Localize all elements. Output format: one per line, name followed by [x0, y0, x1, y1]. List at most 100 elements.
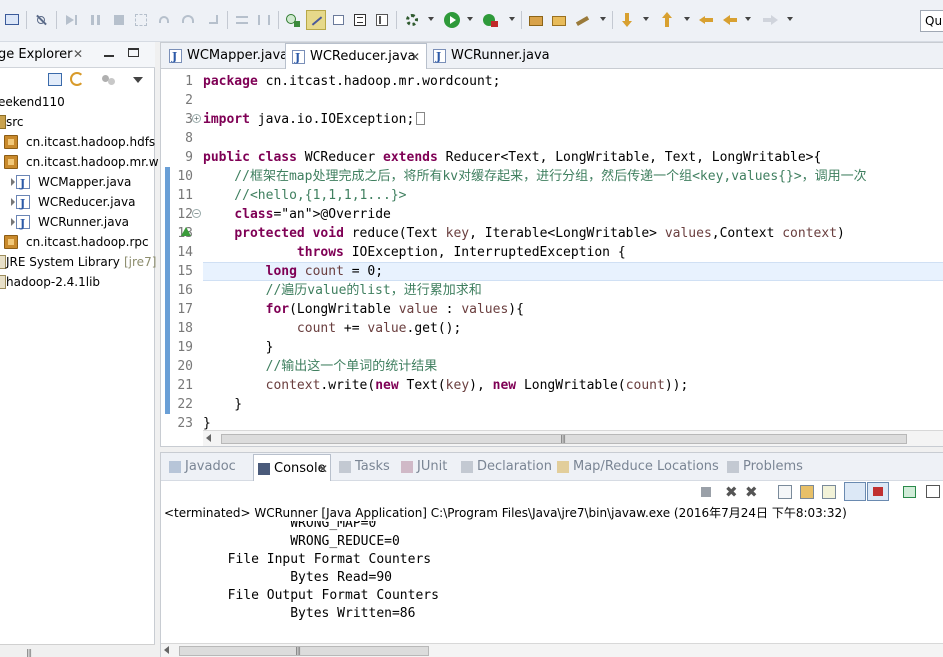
- code-line[interactable]: count += value.get();: [203, 319, 461, 338]
- maximize-icon[interactable]: [128, 48, 139, 57]
- code-line[interactable]: }: [203, 395, 242, 414]
- step-into-icon[interactable]: [156, 12, 172, 28]
- toggle-console-icon[interactable]: [4, 12, 20, 28]
- code-line[interactable]: long count = 0;: [203, 262, 383, 281]
- code-line[interactable]: import java.io.IOException;: [203, 110, 426, 129]
- tab-wcreducer[interactable]: WCReducer.java ✕: [285, 43, 427, 71]
- view-menu-icon[interactable]: [102, 73, 116, 86]
- show-on-stdout-icon[interactable]: [844, 482, 866, 501]
- tab-tasks[interactable]: Tasks: [335, 453, 393, 481]
- scroll-lock-icon[interactable]: [800, 485, 814, 499]
- tree-item[interactable]: WCReducer.java: [0, 192, 155, 214]
- new-java-project-icon[interactable]: [528, 12, 544, 28]
- remove-all-terminated-icon[interactable]: ✖: [745, 483, 758, 501]
- code-line[interactable]: //<hello,{1,1,1,1...}>: [203, 186, 406, 205]
- scroll-left-icon[interactable]: [206, 434, 211, 442]
- skip-breakpoints-icon[interactable]: [33, 12, 49, 28]
- tab-wcrunner[interactable]: WCRunner.java: [427, 43, 557, 70]
- drop-to-frame-icon[interactable]: [234, 12, 250, 28]
- code-line[interactable]: //输出这一个单词的统计结果: [203, 357, 438, 376]
- expand-arrow-icon[interactable]: [11, 218, 15, 226]
- pin-console-icon[interactable]: [903, 486, 916, 498]
- tab-junit[interactable]: JUnit: [397, 453, 455, 481]
- run-icon[interactable]: [444, 12, 460, 28]
- tree-item-label: src: [6, 115, 24, 129]
- close-icon[interactable]: ✕: [318, 455, 328, 483]
- clear-console-icon[interactable]: [778, 485, 792, 499]
- code-line[interactable]: for(LongWritable value : values){: [203, 300, 524, 319]
- expand-fold-icon[interactable]: +: [192, 114, 201, 123]
- scrollbar-thumb[interactable]: |||: [221, 434, 907, 444]
- code-area[interactable]: 1 package cn.itcast.hadoop.mr.wordcount; 2…: [161, 69, 943, 431]
- tree-item[interactable]: JRE System Library [jre7]: [0, 252, 156, 272]
- marker-icon[interactable]: [331, 12, 347, 28]
- console-output[interactable]: WRONG_MAP=0 WRONG_REDUCE=0 File Input Fo…: [161, 521, 943, 643]
- display-selected-console-icon[interactable]: [926, 485, 940, 498]
- scrollbar-thumb[interactable]: |||: [179, 646, 429, 656]
- tab-console[interactable]: Console ✕: [253, 454, 331, 481]
- tab-problems[interactable]: Problems: [723, 453, 803, 481]
- show-on-stderr-icon[interactable]: [867, 482, 889, 501]
- word-wrap-icon[interactable]: [822, 485, 836, 499]
- collapse-fold-icon[interactable]: −: [192, 209, 201, 218]
- package-explorer-title[interactable]: ge Explorer: [0, 47, 73, 62]
- resume-icon[interactable]: [64, 12, 80, 28]
- toggle-block-selection-icon[interactable]: [374, 12, 390, 28]
- close-icon[interactable]: ✕: [73, 47, 83, 61]
- editor-horizontal-scrollbar[interactable]: |||: [203, 430, 943, 446]
- minimize-icon[interactable]: [104, 55, 114, 57]
- code-line[interactable]: public class WCReducer extends Reducer<T…: [203, 148, 821, 167]
- tree-item[interactable]: cn.itcast.hadoop.mr.w: [0, 152, 159, 172]
- tree-item[interactable]: cn.itcast.hadoop.rpc: [0, 232, 155, 252]
- last-edit-location-icon[interactable]: [698, 12, 714, 28]
- quick-access-input[interactable]: Qu: [920, 10, 943, 32]
- terminate-icon[interactable]: [111, 12, 127, 28]
- tree-item[interactable]: src: [0, 112, 155, 132]
- code-line[interactable]: throws IOException, InterruptedException…: [203, 243, 626, 262]
- tree-item[interactable]: WCMapper.java: [0, 172, 155, 194]
- code-line[interactable]: }: [203, 338, 274, 357]
- suspend-icon[interactable]: [88, 12, 104, 28]
- new-project-wizard-icon[interactable]: [285, 12, 301, 28]
- highlight-active-icon[interactable]: [306, 10, 326, 30]
- terminate-icon[interactable]: [701, 487, 711, 497]
- previous-annotation-icon[interactable]: [659, 12, 675, 28]
- tab-javadoc[interactable]: Javadoc: [165, 453, 249, 481]
- override-marker-icon[interactable]: [181, 227, 191, 236]
- code-line[interactable]: class="an">@Override: [203, 205, 391, 224]
- close-icon[interactable]: ✕: [410, 44, 420, 70]
- forward-icon[interactable]: [762, 12, 778, 28]
- code-line[interactable]: protected void reduce(Text key, Iterable…: [203, 224, 845, 243]
- link-with-editor-icon[interactable]: [70, 72, 84, 86]
- tab-declaration[interactable]: Declaration: [457, 453, 552, 481]
- tree-item[interactable]: cn.itcast.hadoop.hdfs: [0, 132, 155, 152]
- horizontal-scrollbar[interactable]: |||: [0, 644, 155, 657]
- tree-item[interactable]: eekend110: [0, 92, 155, 112]
- search-icon[interactable]: [575, 12, 591, 28]
- expand-arrow-icon[interactable]: [11, 178, 15, 186]
- collapse-all-icon[interactable]: [48, 73, 62, 86]
- scroll-left-icon[interactable]: [164, 646, 169, 654]
- console-horizontal-scrollbar[interactable]: |||: [161, 643, 943, 657]
- external-tools-icon[interactable]: [483, 12, 499, 28]
- code-line[interactable]: //遍历value的list，进行累加求和: [203, 281, 482, 300]
- code-line[interactable]: context.write(new Text(key), new LongWri…: [203, 376, 689, 395]
- code-line[interactable]: //框架在map处理完成之后，将所有kv对缓存起来，进行分组，然后传递一个组<k…: [203, 167, 866, 186]
- next-annotation-icon[interactable]: [619, 12, 635, 28]
- disconnect-icon[interactable]: [133, 12, 149, 28]
- remove-launch-icon[interactable]: ✖: [725, 483, 738, 501]
- step-over-icon[interactable]: [180, 12, 196, 28]
- chevron-down-icon[interactable]: [133, 77, 143, 83]
- tab-wcmapper[interactable]: WCMapper.java: [163, 43, 288, 70]
- expand-arrow-icon[interactable]: [11, 198, 15, 206]
- open-folder-icon[interactable]: [551, 12, 567, 28]
- show-whitespace-icon[interactable]: [352, 12, 368, 28]
- code-line[interactable]: package cn.itcast.hadoop.mr.wordcount;: [203, 72, 500, 91]
- debug-gear-icon[interactable]: [404, 12, 420, 28]
- tree-item[interactable]: WCRunner.java: [0, 212, 155, 234]
- tab-map-reduce-locations[interactable]: Map/Reduce Locations: [553, 453, 721, 481]
- back-icon[interactable]: [722, 12, 738, 28]
- tree-item[interactable]: hadoop-2.4.1lib: [0, 272, 155, 292]
- step-return-icon[interactable]: [205, 12, 221, 28]
- use-step-filters-icon[interactable]: [256, 12, 272, 28]
